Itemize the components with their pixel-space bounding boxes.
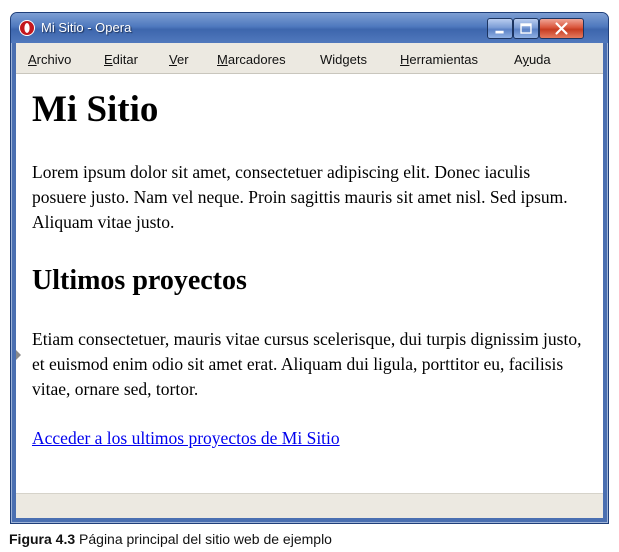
figure-caption: Figura 4.3 Página principal del sitio we… bbox=[9, 531, 332, 547]
close-button[interactable] bbox=[539, 18, 584, 39]
minimize-icon bbox=[495, 30, 504, 34]
close-icon bbox=[555, 22, 568, 35]
menu-ver[interactable]: Ver bbox=[169, 52, 189, 67]
menu-widgets[interactable]: Widgets bbox=[320, 52, 367, 67]
menu-ayuda[interactable]: Ayuda bbox=[514, 52, 551, 67]
menu-archivo[interactable]: Archivo bbox=[28, 52, 71, 67]
body-paragraph: Etiam consectetuer, mauris vitae cursus … bbox=[32, 329, 582, 399]
page-title: Mi Sitio bbox=[32, 89, 159, 130]
maximize-icon bbox=[520, 23, 532, 34]
opera-logo-icon[interactable] bbox=[19, 20, 35, 36]
caption-text: Página principal del sitio web de ejempl… bbox=[79, 531, 332, 547]
status-bar bbox=[16, 493, 603, 518]
title-bar[interactable]: Mi Sitio - Opera bbox=[11, 13, 608, 43]
menu-herramientas[interactable]: Herramientas bbox=[400, 52, 478, 67]
scroll-marker-icon bbox=[16, 350, 21, 360]
window-title: Mi Sitio - Opera bbox=[41, 20, 132, 35]
section-heading: Ultimos proyectos bbox=[32, 265, 247, 296]
browser-window: Mi Sitio - Opera Archivo Editar Ver Marc… bbox=[10, 12, 609, 524]
projects-link[interactable]: Acceder a los ultimos proyectos de Mi Si… bbox=[32, 426, 340, 451]
intro-paragraph: Lorem ipsum dolor sit amet, consectetuer… bbox=[32, 162, 568, 232]
maximize-button[interactable] bbox=[513, 18, 539, 39]
menu-marcadores[interactable]: Marcadores bbox=[217, 52, 286, 67]
page-content[interactable]: Mi Sitio Lorem ipsum dolor sit amet, con… bbox=[16, 73, 603, 493]
menu-editar[interactable]: Editar bbox=[104, 52, 138, 67]
menu-bar: Archivo Editar Ver Marcadores Widgets He… bbox=[16, 43, 603, 73]
caption-label: Figura 4.3 bbox=[9, 531, 76, 547]
minimize-button[interactable] bbox=[487, 18, 513, 39]
